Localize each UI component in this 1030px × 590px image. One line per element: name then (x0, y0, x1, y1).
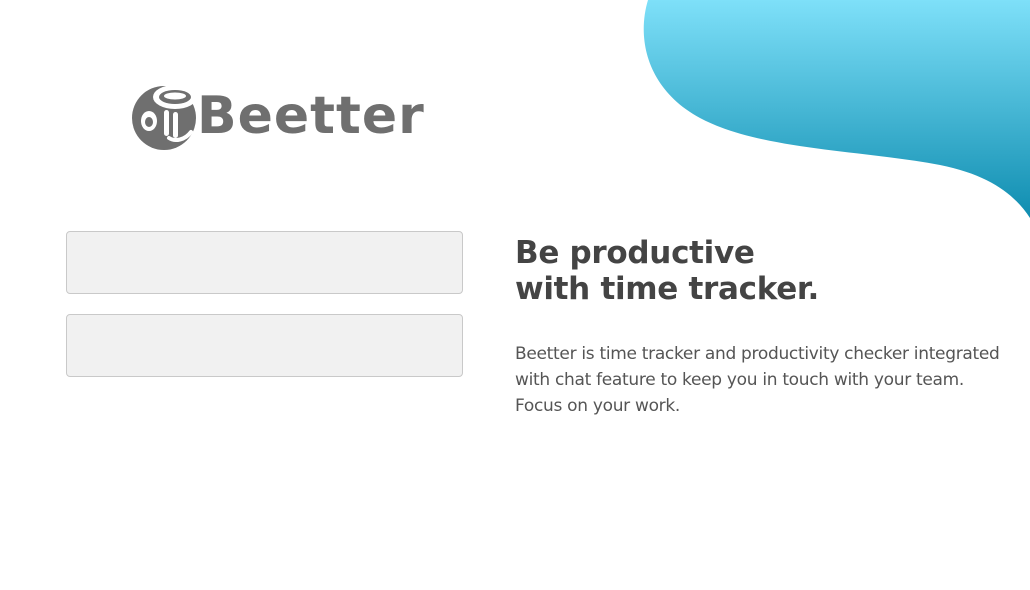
username-field[interactable] (66, 231, 463, 294)
hero-description: Beetter is time tracker and productivity… (515, 344, 1000, 416)
hero-headline-line-1: Be productive (515, 235, 755, 271)
beetter-logo: Beetter (131, 82, 424, 150)
hero-headline: Be productive with time tracker. (515, 235, 995, 307)
password-field[interactable] (66, 314, 463, 377)
logo-wordmark: Beetter (197, 86, 425, 146)
hero-headline-line-2: with time tracker. (515, 271, 819, 307)
login-page: Beetter Be productive with time tracker.… (0, 0, 1030, 590)
beetle-logo-icon (132, 85, 197, 150)
